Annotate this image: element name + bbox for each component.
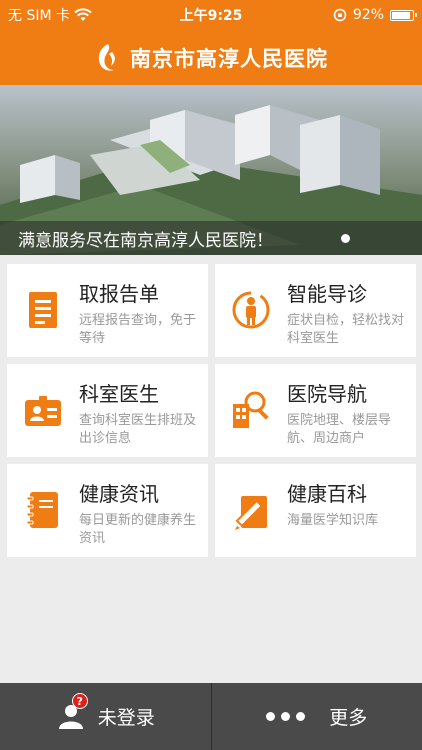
tile-title: 科室医生: [79, 382, 159, 406]
login-button[interactable]: ? 未登录: [0, 683, 211, 750]
app-title: 南京市高淳人民医院: [130, 46, 328, 71]
more-dots-icon: [266, 712, 306, 721]
notebook-icon: [26, 492, 58, 528]
pencil-doc-icon: [235, 496, 267, 530]
status-bar: 无 SIM 卡 上午9:25 92%: [0, 0, 422, 30]
wifi-icon: [74, 8, 92, 21]
report-icon: [29, 292, 57, 328]
battery-icon: [390, 9, 417, 21]
tile-title: 智能导诊: [287, 282, 367, 306]
hospital-logo-icon: [98, 43, 115, 71]
tile-title: 医院导航: [287, 382, 367, 406]
tile-description: 医院地理、楼层导航、周边商户: [287, 413, 392, 446]
tile-health-encyclopedia[interactable]: 健康百科 海量医学知识库: [215, 464, 416, 557]
clock: 上午9:25: [179, 8, 243, 24]
tile-description: 症状自检，轻松找对科室医生: [287, 313, 405, 346]
more-button[interactable]: 更多: [212, 683, 422, 750]
tile-smart-triage[interactable]: 智能导诊 症状自检，轻松找对科室医生: [215, 264, 416, 357]
tile-health-news[interactable]: 健康资讯 每日更新的健康养生资讯: [7, 464, 208, 557]
doctor-badge-icon: [25, 396, 61, 426]
more-label: 更多: [329, 707, 368, 729]
tile-title: 取报告单: [79, 282, 159, 306]
banner-caption: 满意服务尽在南京高淳人民医院！: [0, 221, 422, 255]
building-search-icon: [233, 391, 269, 428]
hero-banner[interactable]: 满意服务尽在南京高淳人民医院！: [0, 85, 422, 255]
battery-percent: 92%: [352, 7, 384, 23]
bottom-bar: ? 未登录 更多: [0, 683, 422, 750]
app-header: 无 SIM 卡 上午9:25 92% 南京市高淳人民医院: [0, 0, 422, 85]
login-label: 未登录: [97, 707, 155, 729]
carrier-label: 无 SIM 卡: [8, 8, 70, 24]
carousel-indicator[interactable]: [341, 234, 350, 243]
body-check-icon: [232, 291, 270, 329]
tile-doctors[interactable]: 科室医生 查询科室医生排班及出诊信息: [7, 364, 208, 457]
tile-reports[interactable]: 取报告单 远程报告查询，免于等待: [7, 264, 208, 357]
tile-title: 健康百科: [287, 482, 367, 506]
tile-description: 海量医学知识库: [287, 513, 379, 528]
orientation-lock-icon: [333, 8, 347, 22]
tile-description: 远程报告查询，免于等待: [79, 313, 197, 346]
tile-navigation[interactable]: 医院导航 医院地理、楼层导航、周边商户: [215, 364, 416, 457]
help-badge: ?: [71, 692, 88, 709]
tile-title: 健康资讯: [79, 482, 159, 506]
tile-description: 每日更新的健康养生资讯: [79, 513, 197, 546]
tile-description: 查询科室医生排班及出诊信息: [79, 413, 197, 446]
